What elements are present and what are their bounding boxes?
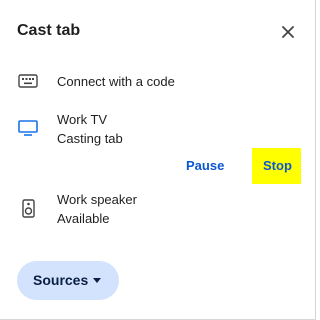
speaker-icon (22, 199, 35, 218)
work-tv-status: Casting tab (57, 131, 123, 146)
stop-button[interactable]: Stop (263, 158, 292, 173)
pause-button[interactable]: Pause (186, 158, 224, 173)
sources-button[interactable]: Sources (17, 261, 119, 300)
sources-label: Sources (33, 272, 89, 288)
close-icon[interactable] (277, 21, 299, 43)
connect-with-code-label: Connect with a code (57, 74, 175, 89)
work-tv-name: Work TV (57, 112, 108, 127)
caret-down-icon (93, 278, 101, 283)
work-speaker-status: Available (57, 211, 110, 226)
tv-icon (18, 120, 38, 136)
cast-dialog: Cast tab Connect with a code Work TV Cas… (0, 0, 316, 320)
work-speaker-name: Work speaker (57, 192, 137, 207)
dialog-title: Cast tab (17, 22, 81, 39)
keyboard-icon (18, 74, 38, 88)
